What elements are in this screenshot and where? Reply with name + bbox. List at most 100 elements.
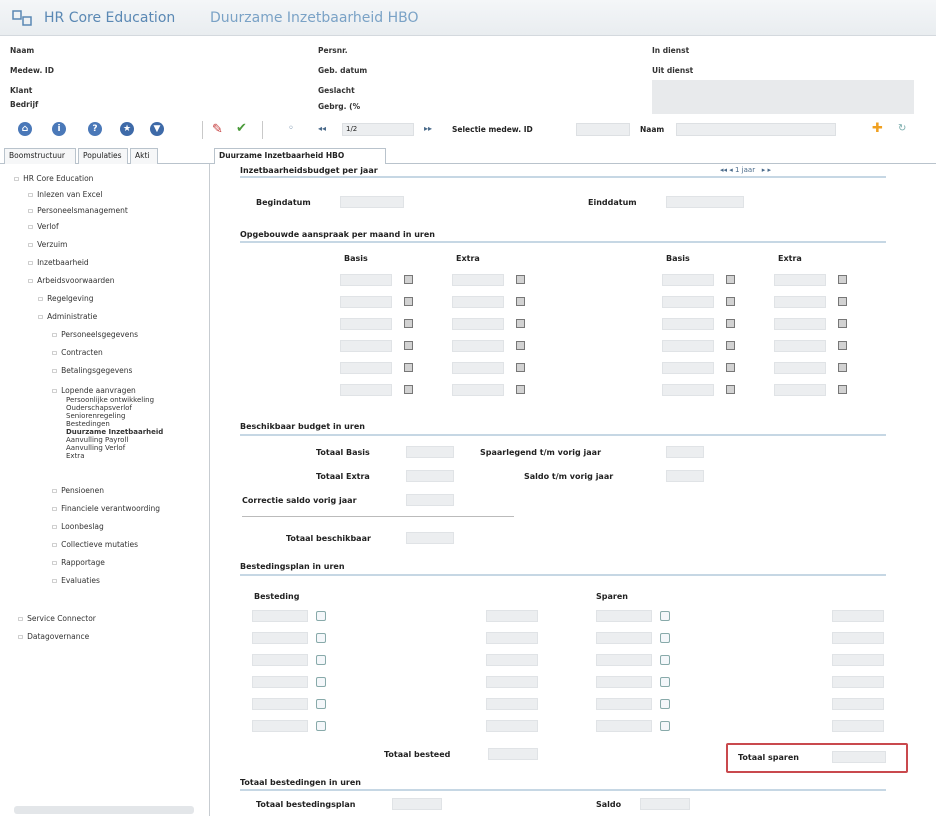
selectie-input[interactable]	[576, 123, 630, 136]
first-icon[interactable]: ◦	[288, 123, 294, 134]
tree-item[interactable]: ▫ Evaluaties	[52, 576, 100, 585]
checkbox[interactable]	[404, 297, 413, 306]
next-icon[interactable]: ▸▸	[424, 124, 432, 133]
tree-item[interactable]: ▫ Financiele verantwoording	[52, 504, 160, 513]
tree-item[interactable]: ▫ Administratie	[38, 312, 97, 321]
hours-input[interactable]	[662, 362, 714, 374]
tree-horizontal-scrollbar[interactable]	[14, 806, 194, 814]
date-input[interactable]	[596, 720, 652, 732]
tree-item[interactable]: ▫ HR Core Education	[14, 174, 93, 183]
checkbox[interactable]	[838, 297, 847, 306]
checkbox[interactable]	[838, 319, 847, 328]
hours-input[interactable]	[832, 720, 884, 732]
tree-item[interactable]: ▫ Lopende aanvragen	[52, 386, 136, 395]
refresh-icon[interactable]: ↻	[898, 123, 906, 134]
hours-input[interactable]	[662, 296, 714, 308]
hours-input[interactable]	[340, 340, 392, 352]
hours-input[interactable]	[486, 610, 538, 622]
year-nav[interactable]: ◂◂ ◂ 1 jaar ▸ ▸	[720, 166, 771, 174]
totaal-extra-input[interactable]	[406, 470, 454, 482]
calendar-icon[interactable]	[660, 677, 670, 687]
date-input[interactable]	[252, 676, 308, 688]
hours-input[interactable]	[662, 340, 714, 352]
tree-item-selected[interactable]: Duurzame Inzetbaarheid	[66, 428, 163, 436]
hours-input[interactable]	[486, 676, 538, 688]
calendar-icon[interactable]	[660, 611, 670, 621]
tree-item[interactable]: Bestedingen	[66, 420, 110, 428]
checkbox[interactable]	[516, 297, 525, 306]
einddatum-input[interactable]	[666, 196, 744, 208]
tab-boomstructuur[interactable]: Boomstructuur	[4, 148, 76, 164]
calendar-icon[interactable]	[316, 699, 326, 709]
correctie-input[interactable]	[406, 494, 454, 506]
calendar-icon[interactable]	[316, 611, 326, 621]
checkbox[interactable]	[838, 341, 847, 350]
checkbox[interactable]	[404, 363, 413, 372]
checkbox[interactable]	[516, 275, 525, 284]
checkbox[interactable]	[404, 275, 413, 284]
hours-input[interactable]	[486, 698, 538, 710]
date-input[interactable]	[252, 720, 308, 732]
calendar-icon[interactable]	[316, 721, 326, 731]
tree-item[interactable]: Persoonlijke ontwikkeling	[66, 396, 154, 404]
date-input[interactable]	[252, 610, 308, 622]
tree-item[interactable]: Seniorenregeling	[66, 412, 125, 420]
tree-item[interactable]: ▫ Regelgeving	[38, 294, 93, 303]
checkbox[interactable]	[516, 363, 525, 372]
hours-input[interactable]	[774, 384, 826, 396]
totaal-sparen-input[interactable]	[832, 751, 886, 763]
checkbox[interactable]	[726, 297, 735, 306]
date-input[interactable]	[596, 654, 652, 666]
calendar-icon[interactable]	[660, 721, 670, 731]
begindatum-input[interactable]	[340, 196, 404, 208]
date-input[interactable]	[596, 610, 652, 622]
hours-input[interactable]	[452, 340, 504, 352]
checkbox[interactable]	[726, 363, 735, 372]
checkbox[interactable]	[726, 341, 735, 350]
checkbox[interactable]	[838, 275, 847, 284]
add-icon[interactable]: ✚	[872, 121, 883, 136]
totaal-beschikbaar-input[interactable]	[406, 532, 454, 544]
totaal-basis-input[interactable]	[406, 446, 454, 458]
hours-input[interactable]	[452, 318, 504, 330]
tree-item[interactable]: Extra	[66, 452, 84, 460]
tree-item[interactable]: ▫ Personeelsmanagement	[28, 206, 128, 215]
date-input[interactable]	[596, 676, 652, 688]
checkbox[interactable]	[516, 385, 525, 394]
hours-input[interactable]	[832, 632, 884, 644]
tree-item[interactable]: ▫ Verzuim	[28, 240, 67, 249]
calendar-icon[interactable]	[316, 677, 326, 687]
tree-item[interactable]: Aanvulling Payroll	[66, 436, 128, 444]
calendar-icon[interactable]	[316, 655, 326, 665]
tree-item[interactable]: Aanvulling Verlof	[66, 444, 125, 452]
hours-input[interactable]	[452, 384, 504, 396]
tab-akti[interactable]: Akti	[130, 148, 158, 164]
hours-input[interactable]	[452, 274, 504, 286]
hours-input[interactable]	[774, 340, 826, 352]
checkbox[interactable]	[516, 341, 525, 350]
hours-input[interactable]	[774, 296, 826, 308]
calendar-icon[interactable]	[660, 633, 670, 643]
spaarlegend-input[interactable]	[666, 446, 704, 458]
hours-input[interactable]	[486, 632, 538, 644]
checkbox[interactable]	[516, 319, 525, 328]
record-nav-input[interactable]: 1/2	[342, 123, 414, 136]
totaal-besteed-input[interactable]	[488, 748, 538, 760]
home-icon[interactable]: ⌂	[18, 122, 32, 136]
info-icon[interactable]: i	[52, 122, 66, 136]
checkbox[interactable]	[404, 319, 413, 328]
hours-input[interactable]	[452, 296, 504, 308]
tree-item[interactable]: ▫ Verlof	[28, 222, 59, 231]
hours-input[interactable]	[340, 362, 392, 374]
tree-item[interactable]: ▫ Arbeidsvoorwaarden	[28, 276, 115, 285]
hours-input[interactable]	[452, 362, 504, 374]
checkbox[interactable]	[838, 385, 847, 394]
check-icon[interactable]: ✔	[236, 121, 247, 136]
tree-item[interactable]: ▫ Personeelsgegevens	[52, 330, 138, 339]
tree-item[interactable]: ▫ Rapportage	[52, 558, 105, 567]
hours-input[interactable]	[486, 720, 538, 732]
hours-input[interactable]	[662, 318, 714, 330]
checkbox[interactable]	[404, 385, 413, 394]
hours-input[interactable]	[486, 654, 538, 666]
calendar-icon[interactable]	[316, 633, 326, 643]
